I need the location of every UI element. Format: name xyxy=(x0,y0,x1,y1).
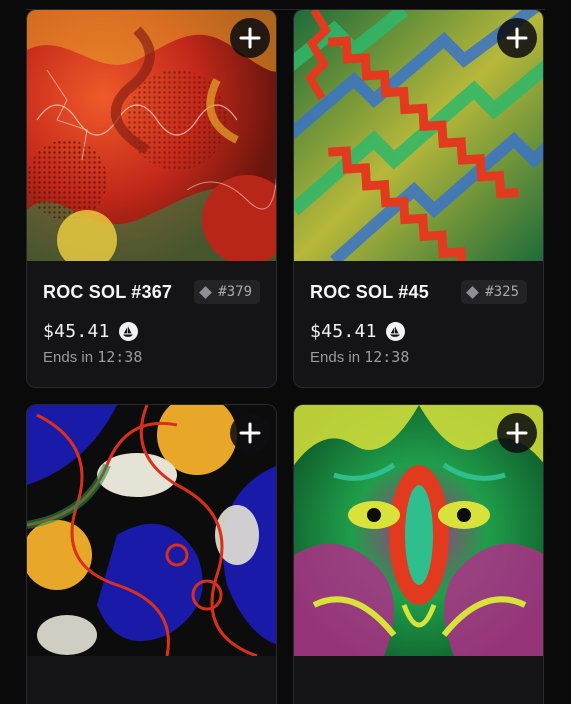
nft-grid: ROC SOL #367 #379 $45.41 Ends in 12:38 R… xyxy=(26,9,544,704)
sailboat-coin-icon xyxy=(385,322,405,341)
nft-artwork[interactable] xyxy=(294,405,543,656)
ends-label: Ends in xyxy=(310,349,361,366)
diamond-icon xyxy=(199,285,213,299)
ends-time: 12:38 xyxy=(364,348,410,366)
rarity-rank-badge: #325 xyxy=(461,280,527,304)
nft-card[interactable]: ROC SOL #45 #325 $45.41 Ends in 12:38 xyxy=(293,9,544,388)
nft-name[interactable]: ROC SOL #367 xyxy=(43,282,172,303)
rarity-rank: #379 xyxy=(218,284,252,300)
rarity-rank-badge: #379 xyxy=(194,280,260,304)
nft-price: $45.41 xyxy=(310,321,377,342)
plus-icon xyxy=(239,27,261,49)
nft-artwork[interactable] xyxy=(294,10,543,261)
rarity-rank: #325 xyxy=(485,284,519,300)
nft-card[interactable] xyxy=(26,404,277,704)
nft-artwork[interactable] xyxy=(27,405,276,656)
add-to-cart-button[interactable] xyxy=(230,413,270,453)
ends-time: 12:38 xyxy=(97,348,143,366)
auction-countdown: Ends in 12:38 xyxy=(310,348,527,366)
sailboat-coin-icon xyxy=(118,322,138,341)
nft-card[interactable] xyxy=(293,404,544,704)
nft-artwork[interactable] xyxy=(27,10,276,261)
nft-price: $45.41 xyxy=(43,321,110,342)
plus-icon xyxy=(506,27,528,49)
diamond-icon xyxy=(466,285,480,299)
nft-name[interactable]: ROC SOL #45 xyxy=(310,282,429,303)
add-to-cart-button[interactable] xyxy=(497,413,537,453)
ends-label: Ends in xyxy=(43,349,94,366)
add-to-cart-button[interactable] xyxy=(497,18,537,58)
plus-icon xyxy=(506,422,528,444)
auction-countdown: Ends in 12:38 xyxy=(43,348,260,366)
nft-card[interactable]: ROC SOL #367 #379 $45.41 Ends in 12:38 xyxy=(26,9,277,388)
plus-icon xyxy=(239,422,261,444)
add-to-cart-button[interactable] xyxy=(230,18,270,58)
